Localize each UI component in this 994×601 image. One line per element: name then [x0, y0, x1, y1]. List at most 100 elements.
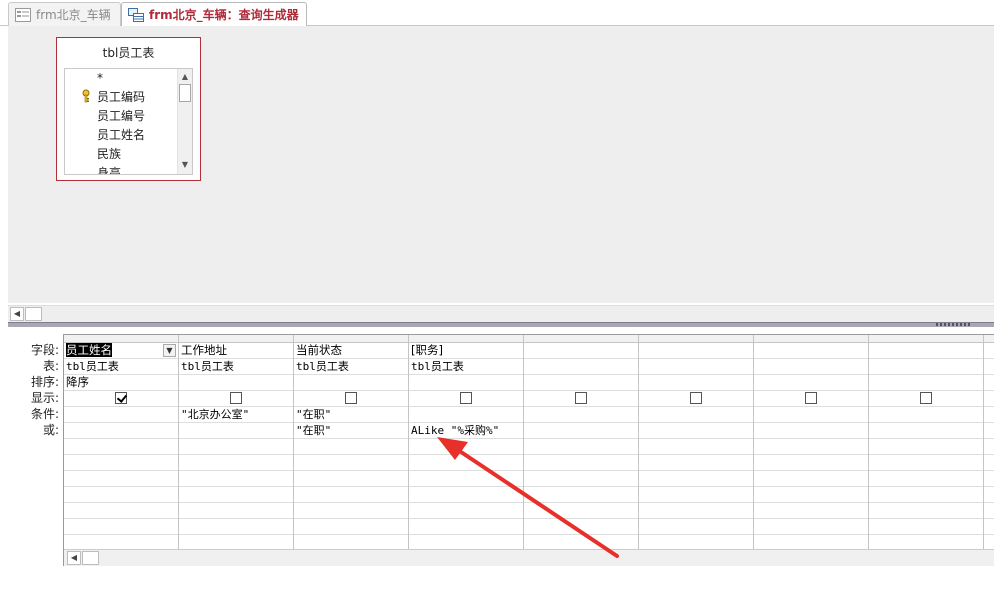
empty-grid-cell[interactable]	[64, 503, 178, 519]
empty-grid-cell[interactable]	[984, 439, 994, 455]
field-cell[interactable]: 员工姓名 ▼	[64, 343, 178, 359]
empty-grid-cell[interactable]	[754, 503, 868, 519]
empty-grid-cell[interactable]	[754, 439, 868, 455]
empty-grid-cell[interactable]	[524, 471, 638, 487]
empty-grid-cell[interactable]	[984, 487, 994, 503]
field-item[interactable]: *	[65, 69, 192, 88]
or-cell[interactable]	[524, 423, 638, 439]
column-selector[interactable]	[64, 335, 178, 343]
empty-grid-cell[interactable]	[524, 439, 638, 455]
scroll-left-icon[interactable]: ◀	[10, 307, 24, 321]
column-selector[interactable]	[294, 335, 408, 343]
scroll-down-icon[interactable]: ▼	[180, 160, 190, 170]
empty-grid-cell[interactable]	[409, 455, 523, 471]
field-list[interactable]: * 员工编码 员工编号 员工姓名 民族 身高 ▲ ▼	[64, 68, 193, 175]
table-design-pane[interactable]: tbl员工表 * 员工编码 员工编号 员工姓名 民族 身高 ▲ ▼	[8, 26, 994, 303]
or-cell[interactable]: ALike "%采购%"	[409, 423, 523, 439]
empty-grid-cell[interactable]	[639, 503, 753, 519]
show-checkbox[interactable]	[805, 392, 817, 404]
field-cell[interactable]	[639, 343, 753, 359]
empty-grid-cell[interactable]	[294, 471, 408, 487]
empty-grid-cell[interactable]	[294, 503, 408, 519]
query-grid[interactable]: 员工姓名 ▼ tbl员工表 降序 工作地址 tbl员工表 "北京办公室" 当前状态 tbl员工表…	[63, 334, 994, 566]
empty-grid-cell[interactable]	[409, 519, 523, 535]
or-cell[interactable]	[984, 423, 994, 439]
empty-grid-cell[interactable]	[409, 471, 523, 487]
scroll-left-icon[interactable]: ◀	[67, 551, 81, 565]
empty-grid-cell[interactable]	[869, 471, 983, 487]
empty-grid-cell[interactable]	[984, 503, 994, 519]
scroll-thumb[interactable]	[82, 551, 99, 565]
empty-grid-cell[interactable]	[409, 503, 523, 519]
criteria-cell[interactable]	[869, 407, 983, 423]
table-cell[interactable]: tbl员工表	[64, 359, 178, 375]
criteria-cell[interactable]: "北京办公室"	[179, 407, 293, 423]
table-cell[interactable]	[524, 359, 638, 375]
show-checkbox[interactable]	[115, 392, 127, 404]
criteria-cell[interactable]	[984, 407, 994, 423]
field-item[interactable]: 身高	[65, 164, 192, 174]
sort-cell[interactable]: 降序	[64, 375, 178, 391]
empty-grid-cell[interactable]	[869, 455, 983, 471]
splitter-grip-icon[interactable]	[936, 323, 970, 326]
sort-cell[interactable]	[524, 375, 638, 391]
table-cell[interactable]: tbl员工表	[179, 359, 293, 375]
empty-grid-cell[interactable]	[524, 503, 638, 519]
field-list-scrollbar[interactable]: ▲ ▼	[177, 69, 192, 174]
empty-grid-cell[interactable]	[639, 455, 753, 471]
grid-scrollbar[interactable]: ◀	[64, 549, 994, 566]
column-selector[interactable]	[869, 335, 983, 343]
table-cell[interactable]	[639, 359, 753, 375]
or-cell[interactable]	[639, 423, 753, 439]
show-cell[interactable]	[639, 391, 753, 407]
show-checkbox[interactable]	[920, 392, 932, 404]
or-cell[interactable]	[179, 423, 293, 439]
empty-grid-cell[interactable]	[984, 519, 994, 535]
empty-grid-cell[interactable]	[294, 519, 408, 535]
field-cell[interactable]	[754, 343, 868, 359]
criteria-cell[interactable]: "在职"	[294, 407, 408, 423]
show-checkbox[interactable]	[460, 392, 472, 404]
show-cell[interactable]	[294, 391, 408, 407]
sort-cell[interactable]	[179, 375, 293, 391]
column-selector[interactable]	[754, 335, 868, 343]
column-selector[interactable]	[179, 335, 293, 343]
scroll-thumb[interactable]	[179, 84, 191, 102]
criteria-cell[interactable]	[409, 407, 523, 423]
empty-grid-cell[interactable]	[524, 519, 638, 535]
column-selector[interactable]	[639, 335, 753, 343]
field-item[interactable]: 民族	[65, 145, 192, 164]
empty-grid-cell[interactable]	[639, 487, 753, 503]
empty-grid-cell[interactable]	[179, 503, 293, 519]
table-cell[interactable]: tbl员工表	[294, 359, 408, 375]
or-cell[interactable]	[754, 423, 868, 439]
design-pane-scrollbar[interactable]: ◀	[8, 305, 994, 322]
field-cell[interactable]: 当前状态	[294, 343, 408, 359]
show-cell[interactable]	[64, 391, 178, 407]
field-cell[interactable]: [职务]	[409, 343, 523, 359]
sort-cell[interactable]	[984, 375, 994, 391]
empty-grid-cell[interactable]	[64, 455, 178, 471]
show-checkbox[interactable]	[345, 392, 357, 404]
sort-cell[interactable]	[754, 375, 868, 391]
empty-grid-cell[interactable]	[754, 487, 868, 503]
or-cell[interactable]	[869, 423, 983, 439]
column-selector[interactable]	[409, 335, 523, 343]
empty-grid-cell[interactable]	[524, 487, 638, 503]
empty-grid-cell[interactable]	[984, 471, 994, 487]
empty-grid-cell[interactable]	[524, 455, 638, 471]
tab-query-designer[interactable]: frm北京_车辆：查询生成器	[121, 2, 307, 27]
empty-grid-cell[interactable]	[639, 439, 753, 455]
show-cell[interactable]	[524, 391, 638, 407]
table-cell[interactable]	[754, 359, 868, 375]
show-cell[interactable]	[869, 391, 983, 407]
show-cell[interactable]	[984, 391, 994, 407]
or-cell[interactable]	[64, 423, 178, 439]
sort-cell[interactable]	[639, 375, 753, 391]
table-cell[interactable]	[984, 359, 994, 375]
empty-grid-cell[interactable]	[294, 487, 408, 503]
table-cell[interactable]	[869, 359, 983, 375]
empty-grid-cell[interactable]	[179, 439, 293, 455]
empty-grid-cell[interactable]	[869, 503, 983, 519]
field-cell[interactable]: 工作地址	[179, 343, 293, 359]
